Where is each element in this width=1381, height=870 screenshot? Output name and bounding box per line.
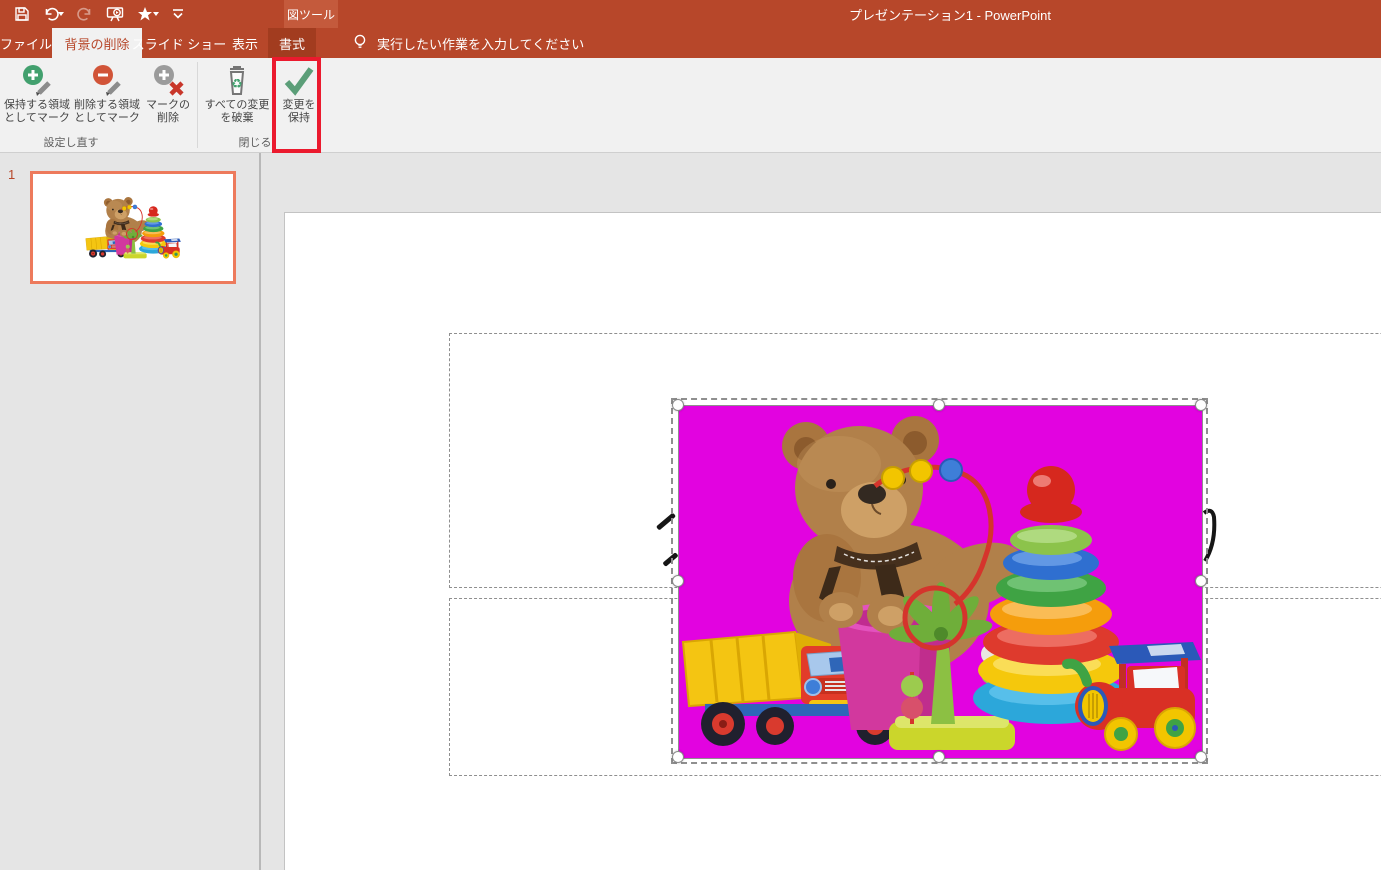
powerpoint-window: 図ツール プレゼンテーション1 - PowerPoint ファイル 背景の削除 … <box>0 0 1381 870</box>
keep-changes-check-icon <box>276 61 322 97</box>
button-label: 変更を <box>282 99 316 111</box>
tell-me-label: 実行したい作業を入力してください <box>377 36 585 52</box>
discard-all-changes-button[interactable]: ♻ すべての変更 を破棄 <box>202 61 272 125</box>
tab-format[interactable]: 書式 <box>268 28 316 58</box>
tab-file[interactable]: ファイル <box>0 28 52 58</box>
tell-me-box[interactable]: 実行したい作業を入力してください <box>352 28 584 58</box>
delete-mark-icon <box>144 61 192 97</box>
button-label: 削除 <box>157 112 179 124</box>
slide-surface[interactable] <box>284 212 1381 870</box>
redo-icon[interactable] <box>77 6 93 22</box>
resize-handle-middle-right[interactable] <box>1195 575 1207 587</box>
tab-background-removal[interactable]: 背景の削除 <box>52 28 142 58</box>
tab-slideshow[interactable]: スライド ショー <box>132 28 227 58</box>
button-label: 保持する領域 <box>4 99 70 111</box>
resize-handle-middle-left[interactable] <box>672 575 684 587</box>
mark-keep-icon <box>4 61 70 97</box>
ribbon-tab-row: ファイル 背景の削除 スライド ショー 表示 書式 実行したい作業を入力してくだ… <box>0 28 1381 58</box>
resize-handle-bottom-right[interactable] <box>1195 751 1207 763</box>
button-label: としてマーク <box>74 112 140 124</box>
slide-thumbnail-panel: 1 <box>0 153 259 870</box>
quick-access-toolbar <box>14 0 184 28</box>
resize-handle-top-center[interactable] <box>933 399 945 411</box>
discard-changes-icon: ♻ <box>202 61 272 97</box>
slide-number: 1 <box>8 167 16 182</box>
button-label: を破棄 <box>220 112 254 124</box>
selected-picture[interactable] <box>678 405 1203 759</box>
window-title: プレゼンテーション1 - PowerPoint <box>848 7 1051 23</box>
picture-tools-contextual-header: 図ツール <box>284 0 338 28</box>
slideshow-icon[interactable] <box>106 6 124 22</box>
mark-remove-icon <box>74 61 140 97</box>
title-bar: 図ツール プレゼンテーション1 - PowerPoint <box>0 0 1381 28</box>
editing-canvas <box>261 153 1381 870</box>
resize-handle-bottom-center[interactable] <box>933 751 945 763</box>
resize-handle-top-right[interactable] <box>1195 399 1207 411</box>
group-label-close: 閉じる <box>238 137 272 149</box>
button-label: としてマーク <box>4 112 70 124</box>
button-label: マークの <box>146 99 190 111</box>
mark-areas-to-keep-button[interactable]: 保持する領域 としてマーク <box>4 61 70 125</box>
delete-mark-button[interactable]: マークの 削除 <box>144 61 192 125</box>
ribbon-group-separator <box>197 62 198 148</box>
ribbon: 保持する領域 としてマーク 削除する領域 としてマーク マークの 削除 設定し直… <box>0 58 1381 153</box>
customize-quick-access-icon[interactable] <box>172 7 184 21</box>
thumbnail-toys-image <box>85 196 181 260</box>
svg-text:♻: ♻ <box>231 77 243 92</box>
mark-areas-to-remove-button[interactable]: 削除する領域 としてマーク <box>74 61 140 125</box>
undo-icon[interactable] <box>43 6 64 22</box>
resize-handle-bottom-left[interactable] <box>672 751 684 763</box>
save-icon[interactable] <box>14 6 30 22</box>
resize-handle-top-left[interactable] <box>672 399 684 411</box>
slide-1-thumbnail[interactable] <box>30 171 236 284</box>
button-label: すべての変更 <box>204 99 270 111</box>
toys-photo <box>679 406 1202 758</box>
keep-changes-button[interactable]: 変更を 保持 <box>276 61 322 125</box>
star-icon[interactable] <box>137 6 159 22</box>
tab-view[interactable]: 表示 <box>222 28 268 58</box>
button-label: 保持 <box>288 112 310 124</box>
lightbulb-icon <box>352 33 368 54</box>
group-label-refine: 設定し直す <box>43 137 99 149</box>
button-label: 削除する領域 <box>74 99 140 111</box>
picture-tools-label: 図ツール <box>286 7 335 22</box>
